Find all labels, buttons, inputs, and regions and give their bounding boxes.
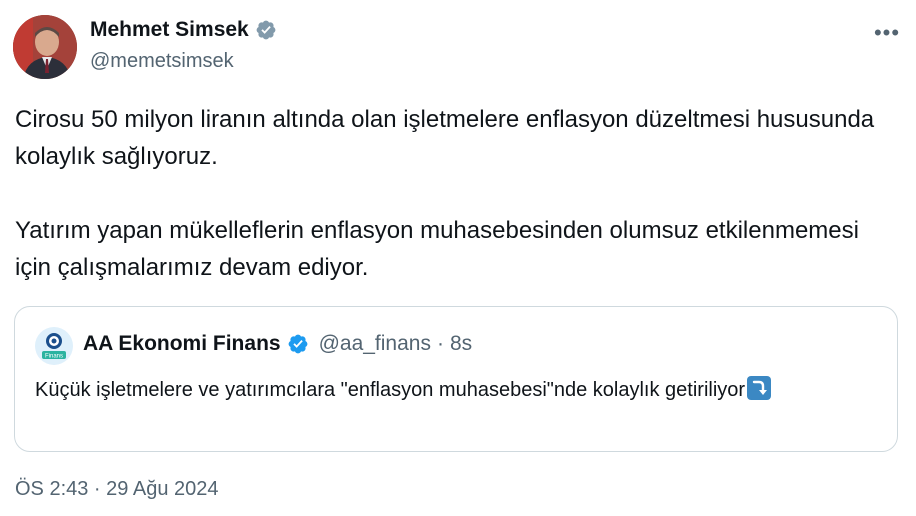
quote-time[interactable]: 8s <box>450 332 472 356</box>
author-handle[interactable]: @memetsimsek <box>90 50 234 73</box>
tweet: Mehmet Simsek @memetsimsek ••• Cirosu 50… <box>0 0 916 516</box>
quote-author-name[interactable]: AA Ekonomi Finans <box>83 332 281 356</box>
more-options-button[interactable]: ••• <box>872 18 902 48</box>
tweet-paragraph: Yatırım yapan mükelleflerin enflasyon mu… <box>15 217 859 281</box>
quote-avatar-logo-text: Finans <box>45 354 63 360</box>
tweet-timestamp[interactable]: ÖS 2:43 · 29 Ağu 2024 <box>15 478 219 501</box>
author-avatar[interactable] <box>13 15 77 79</box>
arrow-curving-down-icon <box>747 376 772 400</box>
tweet-paragraph: Cirosu 50 milyon liranın altında olan iş… <box>15 106 875 170</box>
quoted-tweet[interactable]: Finans AA Ekonomi Finans @aa_finans · 8s… <box>14 306 898 452</box>
tweet-text: Cirosu 50 milyon liranın altında olan iş… <box>15 101 895 286</box>
quote-text-body: Küçük işletmelere ve yatırımcılara "enfl… <box>35 379 746 401</box>
quote-verified-badge-icon <box>287 333 309 355</box>
quote-avatar[interactable]: Finans <box>35 327 73 365</box>
quote-separator: · <box>436 332 444 355</box>
verified-badge-icon <box>255 19 277 41</box>
quote-header: AA Ekonomi Finans @aa_finans · 8s <box>83 332 472 356</box>
more-icon: ••• <box>873 20 901 45</box>
quote-text: Küçük işletmelere ve yatırımcılara "enfl… <box>35 375 885 406</box>
author-name[interactable]: Mehmet Simsek <box>90 18 249 42</box>
author-name-row[interactable]: Mehmet Simsek <box>90 18 277 42</box>
quote-author-handle[interactable]: @aa_finans <box>319 332 431 356</box>
